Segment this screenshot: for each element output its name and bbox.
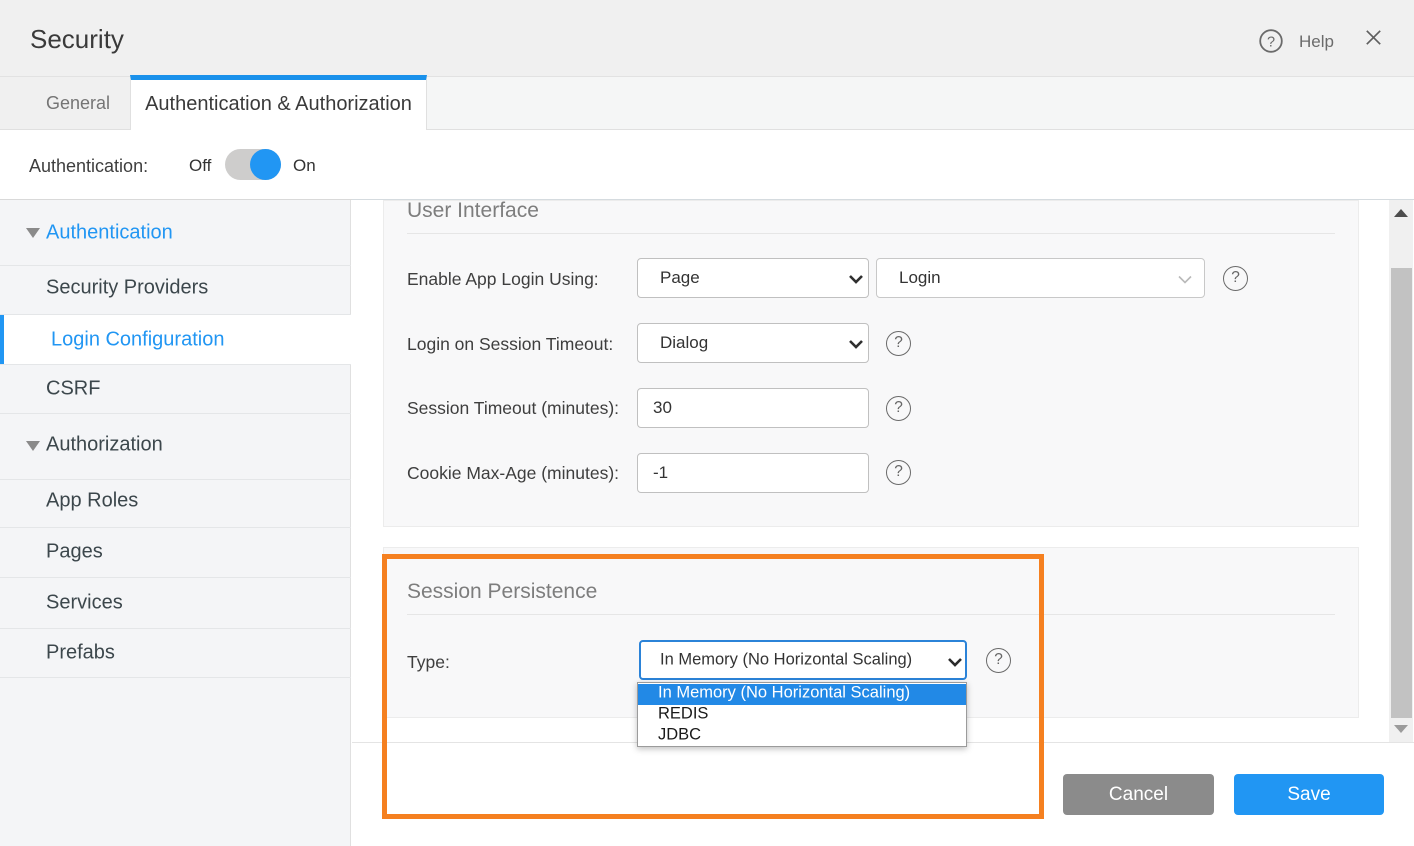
svg-text:?: ?: [1267, 35, 1275, 51]
